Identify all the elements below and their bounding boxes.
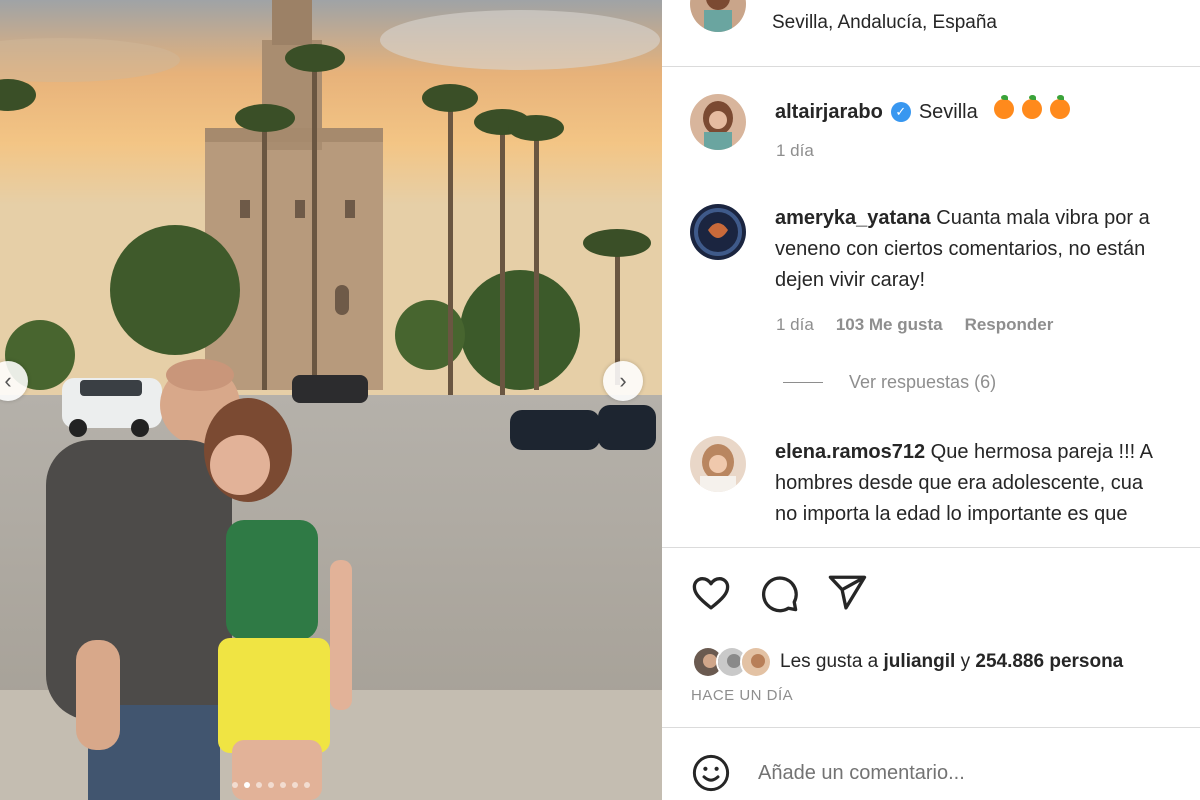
divider [662, 547, 1200, 548]
view-replies-button[interactable]: Ver respuestas (6) [783, 372, 996, 393]
caption-text: Sevilla [918, 101, 978, 123]
carousel-dot [292, 782, 298, 788]
divider [662, 727, 1200, 728]
emoji-icon[interactable] [690, 752, 732, 794]
carousel-dot [244, 782, 250, 788]
likes-summary[interactable]: Les gusta a juliangil y 254.886 persona [692, 646, 1123, 678]
verified-badge-icon: ✓ [890, 102, 911, 122]
carousel-next-button[interactable]: › [603, 361, 643, 401]
post-location[interactable]: Sevilla, Andalucía, España [772, 12, 997, 34]
share-icon[interactable] [826, 572, 868, 614]
carousel-dot [268, 782, 274, 788]
comment-avatar[interactable] [690, 204, 746, 260]
comment-username[interactable]: ameryka_yatana [775, 207, 931, 229]
likes-user[interactable]: juliangil [884, 651, 956, 672]
liker-avatar [740, 646, 772, 678]
comment-username[interactable]: elena.ramos712 [775, 441, 925, 463]
comment-meta: 1 día 103 Me gusta Responder [776, 315, 1053, 335]
comment-1: ameryka_yatana Cuanta mala vibra por a v… [775, 203, 1200, 296]
caption-username[interactable]: altairjarabo [775, 101, 883, 124]
chevron-left-icon: ‹ [4, 368, 12, 393]
comment-text-line: veneno con ciertos comentarios, no están [775, 238, 1146, 260]
carousel-dot [280, 782, 286, 788]
reply-button[interactable]: Responder [965, 315, 1054, 335]
carousel-dot [232, 782, 238, 788]
chevron-right-icon: › [619, 368, 627, 393]
caption: altairjarabo ✓ Sevilla [775, 95, 1070, 127]
caption-emojis [986, 95, 1070, 125]
carousel-indicator [232, 782, 310, 788]
comment-text-line: Cuanta mala vibra por a [936, 207, 1150, 229]
comment-avatar[interactable] [690, 436, 746, 492]
comment-text-line: hombres desde que era adolescente, cua [775, 472, 1144, 494]
carousel-dot [256, 782, 262, 788]
comment-input[interactable] [758, 761, 1138, 785]
likes-text: Les gusta a juliangil y 254.886 persona [780, 651, 1123, 673]
likes-connector: y [960, 651, 971, 672]
view-replies-label: Ver respuestas (6) [849, 372, 997, 392]
photo-illustration [0, 0, 662, 800]
carousel-dot [304, 782, 310, 788]
post-time[interactable]: HACE UN DÍA [691, 687, 793, 704]
orange-emoji-icon [1021, 95, 1042, 119]
comment-icon[interactable] [758, 572, 800, 614]
comment-time[interactable]: 1 día [776, 315, 814, 335]
author-avatar[interactable] [690, 0, 746, 32]
post-photo[interactable]: ‹ › [0, 0, 662, 800]
orange-emoji-icon [993, 95, 1014, 119]
comment-text-line: no importa la edad lo importante es que [775, 503, 1128, 525]
likes-prefix: Les gusta a [780, 651, 879, 672]
caption-time[interactable]: 1 día [776, 141, 814, 161]
heart-icon[interactable] [690, 572, 732, 614]
divider [662, 66, 1200, 67]
orange-emoji-icon [1049, 95, 1070, 119]
add-comment-bar [690, 752, 1138, 794]
replies-line [783, 382, 823, 383]
comment-text-line: dejen vivir caray! [775, 269, 926, 291]
likes-count[interactable]: 254.886 persona [975, 651, 1123, 672]
comment-likes[interactable]: 103 Me gusta [836, 315, 943, 335]
post-actions [690, 572, 868, 614]
comment-text-line: Que hermosa pareja !!! A [930, 441, 1154, 463]
post-detail-panel: Sevilla, Andalucía, España altairjarabo … [662, 0, 1200, 800]
caption-avatar[interactable] [690, 94, 746, 150]
comment-2: elena.ramos712 Que hermosa pareja !!! A … [775, 437, 1200, 547]
